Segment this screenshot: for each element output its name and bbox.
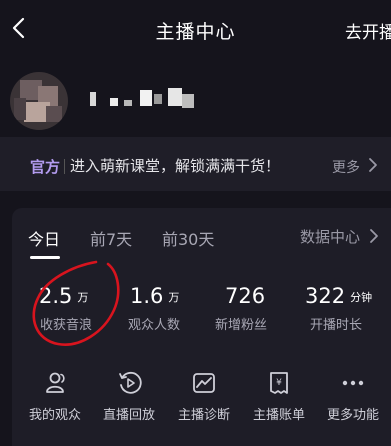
replay-icon[interactable]	[117, 370, 143, 396]
audience-icon[interactable]	[44, 370, 70, 396]
function-label-audience[interactable]: 我的观众	[20, 404, 90, 423]
stat-label-new-fans: 新增粉丝	[215, 318, 268, 333]
diagnosis-icon[interactable]	[191, 370, 217, 396]
data-center-link[interactable]: 数据中心	[300, 226, 360, 247]
svg-text:¥: ¥	[276, 378, 282, 388]
chevron-right-icon	[370, 229, 378, 243]
tab-last-30-days[interactable]: 前30天	[162, 226, 214, 250]
banner-more-link[interactable]: 更多	[332, 157, 360, 177]
avatar[interactable]	[10, 72, 68, 130]
stat-label-live-duration: 开播时长	[310, 318, 363, 333]
page-title: 主播中心	[155, 21, 236, 43]
more-icon[interactable]	[340, 370, 366, 396]
bill-icon[interactable]: ¥	[266, 370, 292, 396]
stat-value-viewers[interactable]: 1.6 万	[130, 284, 179, 308]
stat-value-income[interactable]: 2.5 万	[39, 284, 88, 308]
banner-text: 进入萌新课堂，解锁满满干货！	[70, 157, 281, 175]
stat-value-live-duration[interactable]: 322 分钟	[305, 284, 372, 308]
active-tab-indicator	[30, 256, 60, 259]
function-label-replay[interactable]: 直播回放	[94, 404, 164, 423]
banner-divider	[64, 159, 65, 174]
go-live-button[interactable]: 去开播	[345, 18, 391, 43]
function-label-bill[interactable]: 主播账单	[244, 404, 314, 423]
tab-last-7-days[interactable]: 前7天	[90, 226, 132, 250]
official-tag: 官方	[30, 158, 61, 176]
stat-value-new-fans[interactable]: 726	[225, 284, 265, 308]
username-redacted	[90, 88, 200, 110]
stat-label-viewers: 观众人数	[128, 318, 181, 333]
tab-today[interactable]: 今日	[28, 226, 60, 250]
chevron-right-icon	[369, 158, 377, 172]
function-label-diagnosis[interactable]: 主播诊断	[169, 404, 239, 423]
function-label-more[interactable]: 更多功能	[318, 404, 388, 423]
stat-label-income: 收获音浪	[40, 318, 93, 333]
